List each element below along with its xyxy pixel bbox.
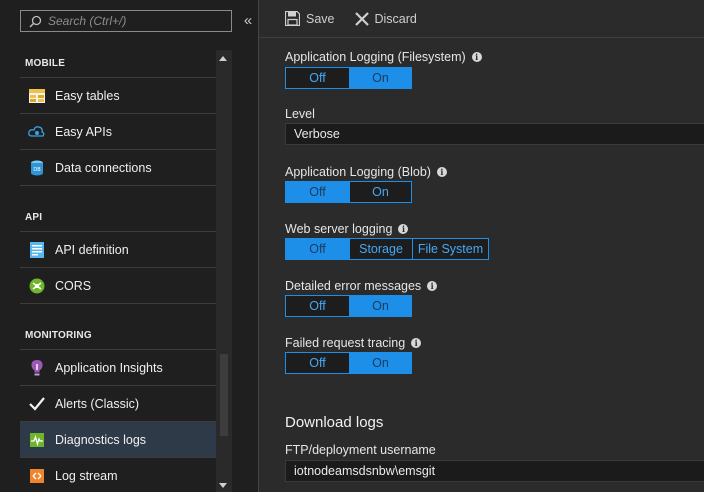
toggle-option-off[interactable]: Off [286,353,349,373]
easy-apis-icon [28,123,46,141]
info-icon[interactable]: i [427,281,438,291]
ftp-username-label: FTP/deployment username [285,443,436,457]
toggle-option-off[interactable]: Off [286,68,349,88]
level-label: Level [285,107,315,121]
toggle-option-storage[interactable]: Storage [349,239,412,259]
menu-list: MOBILE Easy tables Easy APIs DB Data con… [0,42,216,492]
menu-item-diagnostics-logs[interactable]: Diagnostics logs [20,422,216,458]
menu-item-label: Easy tables [55,88,120,103]
download-logs-heading: Download logs [285,414,384,431]
menu-item-label: Alerts (Classic) [55,396,140,411]
menu-item-label: Application Insights [55,360,163,375]
toggle-option-file-system[interactable]: File System [412,239,488,259]
application-insights-icon [28,359,46,377]
menu-item-label: Data connections [55,160,152,175]
menu-item-log-stream[interactable]: Log stream [20,458,216,492]
toggle-option-off[interactable]: Off [286,182,349,202]
section-header-api: API [20,196,216,232]
menu-item-label: CORS [55,278,92,293]
field-label-text: Detailed error messages [285,279,422,293]
save-label: Save [306,11,335,26]
menu-item-alerts-classic[interactable]: Alerts (Classic) [20,386,216,422]
cors-icon [28,277,46,295]
info-icon[interactable]: i [436,167,447,177]
scroll-down-arrow-icon[interactable] [219,483,227,488]
scroll-up-arrow-icon[interactable] [219,56,227,61]
close-icon [354,11,369,26]
resource-menu: « MOBILE Easy tables Easy APIs DB Data c… [0,0,258,492]
toggle-option-on[interactable]: On [349,182,411,202]
log-stream-icon [28,467,46,485]
data-connections-icon: DB [28,159,46,177]
search-icon [29,15,42,28]
toggle-option-off[interactable]: Off [286,296,349,316]
toggle-option-on[interactable]: On [349,68,411,88]
section-header-monitoring: MONITORING [20,314,216,350]
field-label-text: Application Logging (Filesystem) [285,50,466,64]
web-server-logging-toggle: Off Storage File System [285,238,489,260]
api-definition-icon [28,241,46,259]
toggle-option-off[interactable]: Off [286,239,349,259]
menu-item-api-definition[interactable]: API definition [20,232,216,268]
failed-request-tracing-toggle: Off On [285,352,412,374]
search-input[interactable] [48,14,218,28]
web-server-logging-label: Web server logging i [285,222,409,236]
app-logging-blob-label: Application Logging (Blob) i [285,165,447,179]
app-logging-filesystem-label: Application Logging (Filesystem) i [285,50,482,64]
field-label-text: Failed request tracing [285,336,406,350]
checkmark-icon [28,395,46,413]
failed-request-tracing-label: Failed request tracing i [285,336,422,350]
easy-tables-icon [28,87,46,105]
menu-item-data-connections[interactable]: DB Data connections [20,150,216,186]
ftp-username-field[interactable]: iotnodeamsdsnbw\emsgit [285,460,704,482]
menu-item-label: Easy APIs [55,124,112,139]
detailed-error-messages-toggle: Off On [285,295,412,317]
menu-item-label: Diagnostics logs [55,432,147,447]
double-chevron-left-icon: « [243,12,253,29]
svg-text:DB: DB [33,167,41,173]
app-logging-blob-toggle: Off On [285,181,412,203]
menu-item-label: Log stream [55,468,118,483]
scrollbar-thumb[interactable] [220,354,228,436]
save-button[interactable]: Save [285,11,335,26]
command-bar: Save Discard [259,0,704,38]
app-logging-filesystem-toggle: Off On [285,67,412,89]
section-header-mobile: MOBILE [20,42,216,78]
info-icon[interactable]: i [398,224,409,234]
menu-item-label: API definition [55,242,129,257]
collapse-menu-button[interactable]: « [240,12,256,30]
save-icon [285,11,300,26]
info-icon[interactable]: i [471,52,482,62]
menu-scrollbar[interactable] [216,50,232,492]
menu-item-application-insights[interactable]: Application Insights [20,350,216,386]
detailed-error-messages-label: Detailed error messages i [285,279,438,293]
diagnostics-logs-blade: Save Discard Application Logging (Filesy… [259,0,704,492]
search-box[interactable] [20,10,232,32]
menu-item-cors[interactable]: CORS [20,268,216,304]
info-icon[interactable]: i [411,338,422,348]
diagnostics-icon [28,431,46,449]
field-label-text: Web server logging [285,222,393,236]
level-dropdown[interactable]: Verbose [285,123,704,145]
menu-item-easy-apis[interactable]: Easy APIs [20,114,216,150]
menu-item-easy-tables[interactable]: Easy tables [20,78,216,114]
discard-label: Discard [374,11,417,26]
discard-button[interactable]: Discard [354,11,417,26]
toggle-option-on[interactable]: On [349,353,411,373]
toggle-option-on[interactable]: On [349,296,411,316]
field-label-text: Application Logging (Blob) [285,165,431,179]
